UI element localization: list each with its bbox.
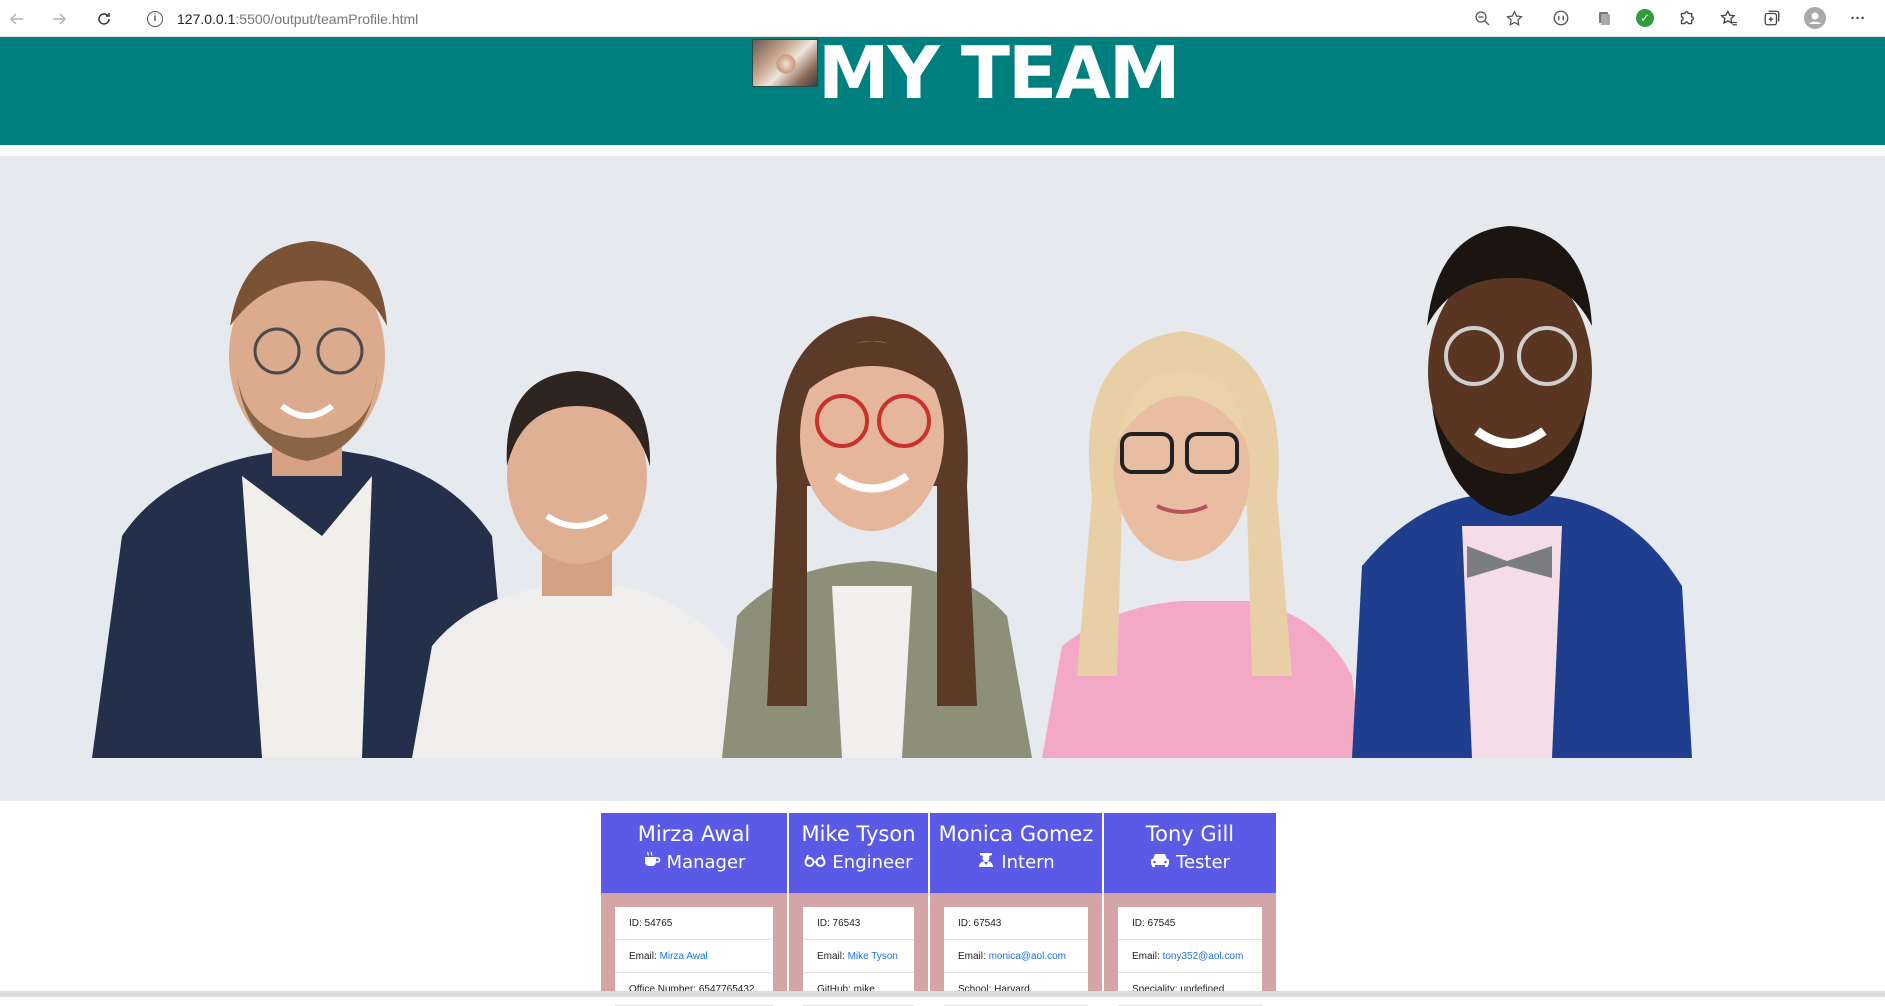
role-label: Engineer xyxy=(832,852,913,873)
employee-id: ID: 67543 xyxy=(944,907,1088,940)
email-link[interactable]: Mirza Awal xyxy=(660,951,708,962)
role-label: Tester xyxy=(1176,852,1230,873)
employee-id: ID: 54765 xyxy=(615,907,773,940)
employee-extra: Office Number: 6547765432 xyxy=(615,973,773,1006)
card-header: Mike Tyson Engineer xyxy=(789,813,928,893)
role-label: Intern xyxy=(1001,852,1055,873)
person-4 xyxy=(1042,331,1362,758)
header-title-group: MY TEAM xyxy=(752,37,1181,121)
employee-name: Mike Tyson xyxy=(801,822,916,846)
employee-email-row: Email: Mike Tyson xyxy=(803,940,914,973)
profile-avatar-icon[interactable] xyxy=(1804,7,1826,29)
collections-icon[interactable] xyxy=(1761,7,1783,29)
graduate-icon xyxy=(977,850,995,876)
site-info-icon[interactable]: i xyxy=(147,10,163,27)
url-path: :5500/output/teamProfile.html xyxy=(235,10,419,27)
employee-id: ID: 76543 xyxy=(803,907,914,940)
role-label: Manager xyxy=(666,852,746,873)
employee-role: Intern xyxy=(930,850,1102,876)
puzzle-icon[interactable] xyxy=(1675,7,1697,29)
reload-button[interactable] xyxy=(91,6,117,32)
check-extension-icon[interactable]: ✓ xyxy=(1636,9,1654,27)
extension-icon[interactable] xyxy=(1593,7,1615,29)
employee-role: Engineer xyxy=(789,850,928,876)
employee-email-row: Email: monica@aol.com xyxy=(944,940,1088,973)
more-menu-icon[interactable]: ··· xyxy=(1847,7,1869,29)
employee-id: ID: 67545 xyxy=(1118,907,1262,940)
employee-extra: School: Harvard xyxy=(944,973,1088,1006)
favorites-icon[interactable] xyxy=(1718,7,1740,29)
email-label: Email: xyxy=(817,951,848,962)
url-text: 127.0.0.1:5500/output/teamProfile.html xyxy=(177,11,418,27)
hero-team-image xyxy=(0,156,1885,801)
employee-email-row: Email: Mirza Awal xyxy=(615,940,773,973)
reader-icon[interactable] xyxy=(1550,7,1572,29)
team-photo xyxy=(92,226,1692,758)
arrow-left-icon xyxy=(10,13,23,25)
reload-icon xyxy=(98,13,110,25)
team-cards: Mirza Awal Manager ID: 54765 Email: Mirz… xyxy=(601,813,1276,1006)
email-link[interactable]: Mike Tyson xyxy=(848,951,898,962)
card-header: Mirza Awal Manager xyxy=(601,813,787,893)
zoom-out-icon[interactable] xyxy=(1473,9,1491,27)
person-3 xyxy=(722,316,1032,758)
email-label: Email: xyxy=(958,951,989,962)
arrow-right-icon xyxy=(53,13,66,25)
employee-extra: GitHub: mike xyxy=(803,973,914,1006)
email-link[interactable]: tony352@aol.com xyxy=(1163,951,1244,962)
employee-name: Mirza Awal xyxy=(637,822,751,846)
employee-role: Tester xyxy=(1104,850,1276,876)
back-button[interactable] xyxy=(4,6,30,32)
browser-toolbar: i 127.0.0.1:5500/output/teamProfile.html… xyxy=(0,0,1885,37)
page-title: MY TEAM xyxy=(818,37,1181,115)
card-header: Monica Gomez Intern xyxy=(930,813,1102,893)
car-icon xyxy=(1150,850,1170,876)
employee-email-row: Email: tony352@aol.com xyxy=(1118,940,1262,973)
url-host: 127.0.0.1 xyxy=(177,10,236,27)
team-hands-logo xyxy=(752,39,818,87)
employee-card: Monica Gomez Intern ID: 67543 Email: mon… xyxy=(930,813,1104,1006)
employee-card: Mirza Awal Manager ID: 54765 Email: Mirz… xyxy=(601,813,789,1006)
employee-name: Monica Gomez xyxy=(938,822,1094,846)
employee-extra: Speciality: undefined xyxy=(1118,973,1262,1006)
team-header: MY TEAM xyxy=(0,37,1885,145)
email-link[interactable]: monica@aol.com xyxy=(989,951,1066,962)
horizontal-scrollbar[interactable] xyxy=(0,991,1885,997)
forward-button[interactable] xyxy=(46,6,72,32)
email-label: Email: xyxy=(1132,951,1163,962)
card-header: Tony Gill Tester xyxy=(1104,813,1276,893)
coffee-icon xyxy=(643,850,661,876)
employee-name: Tony Gill xyxy=(1145,822,1235,846)
employee-card: Tony Gill Tester ID: 67545 Email: tony35… xyxy=(1104,813,1276,1006)
email-label: Email: xyxy=(629,951,660,962)
employee-card: Mike Tyson Engineer ID: 76543 Email: Mik… xyxy=(789,813,930,1006)
favorite-add-icon[interactable] xyxy=(1505,9,1523,27)
person-5 xyxy=(1352,226,1692,758)
address-bar[interactable]: i 127.0.0.1:5500/output/teamProfile.html xyxy=(133,3,1533,34)
employee-role: Manager xyxy=(601,850,787,876)
glasses-icon xyxy=(804,850,826,876)
